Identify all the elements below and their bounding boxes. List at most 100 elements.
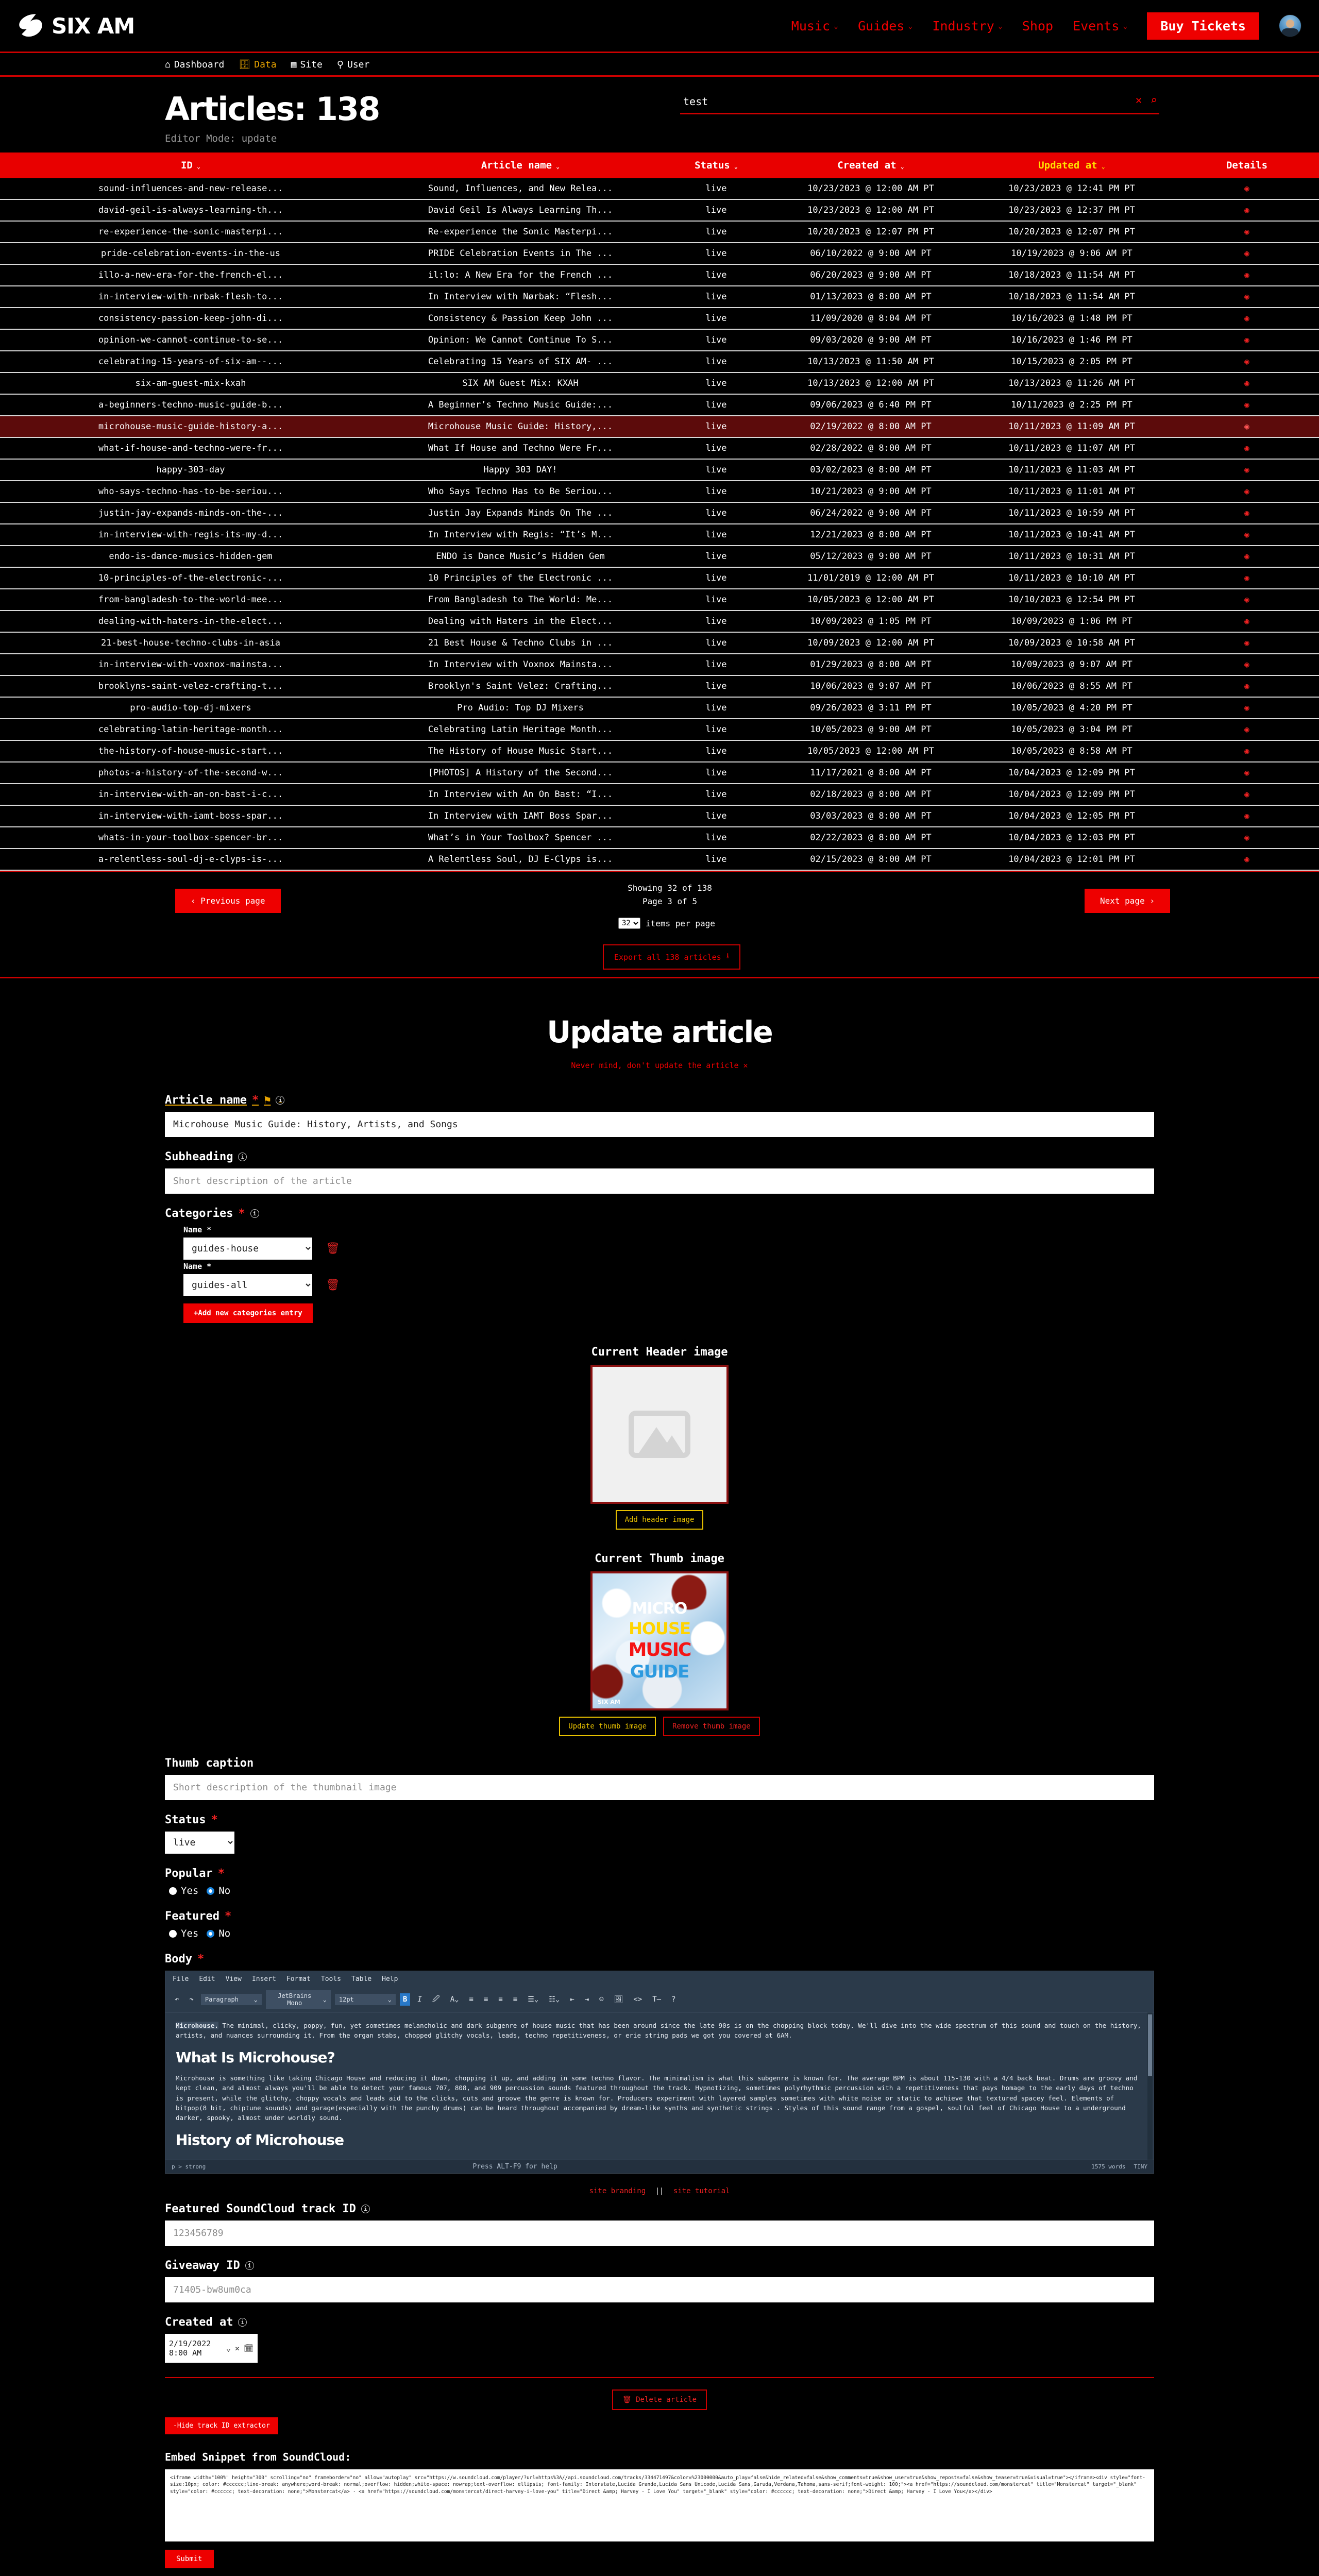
table-row[interactable]: justin-jay-expands-minds-on-the-... Justi… bbox=[0, 502, 1319, 524]
items-per-page-select[interactable]: 8163264 bbox=[618, 918, 640, 929]
undo-icon[interactable]: ↶ bbox=[172, 1993, 182, 2006]
thumb-caption-input[interactable] bbox=[165, 1775, 1154, 1800]
table-row[interactable]: six-am-guest-mix-kxah SIX AM Guest Mix: K… bbox=[0, 372, 1319, 395]
editor-menu-format[interactable]: Format bbox=[286, 1975, 311, 1983]
details-icon[interactable]: ◉ bbox=[1244, 789, 1249, 799]
table-row[interactable]: in-interview-with-nrbak-flesh-to... In In… bbox=[0, 286, 1319, 308]
details-icon[interactable]: ◉ bbox=[1244, 248, 1249, 258]
breadcrumb-item-user[interactable]: ⚲ User bbox=[337, 59, 370, 70]
editor-menu-file[interactable]: File bbox=[173, 1975, 189, 1983]
source-code-icon[interactable]: <> bbox=[630, 1993, 645, 2006]
details-icon[interactable]: ◉ bbox=[1244, 486, 1249, 496]
table-row[interactable]: a-relentless-soul-dj-e-clyps-is-... A Rel… bbox=[0, 849, 1319, 871]
editor-menu-insert[interactable]: Insert bbox=[252, 1975, 276, 1983]
info-icon[interactable]: i bbox=[250, 1209, 259, 1218]
soundcloud-embed-textarea[interactable] bbox=[165, 2469, 1154, 2541]
table-row[interactable]: who-says-techno-has-to-be-seriou... Who S… bbox=[0, 481, 1319, 503]
info-icon[interactable]: i bbox=[245, 2261, 254, 2270]
table-row[interactable]: pride-celebration-events-in-the-us PRIDE … bbox=[0, 243, 1319, 265]
remove-thumb-image-button[interactable]: Remove thumb image bbox=[663, 1717, 760, 1736]
editor-menu-view[interactable]: View bbox=[226, 1975, 242, 1983]
details-icon[interactable]: ◉ bbox=[1244, 357, 1249, 366]
table-row[interactable]: 10-principles-of-the-electronic-... 10 Pr… bbox=[0, 567, 1319, 589]
details-icon[interactable]: ◉ bbox=[1244, 551, 1249, 561]
popular-radio-no[interactable]: No bbox=[207, 1885, 230, 1896]
details-icon[interactable]: ◉ bbox=[1244, 508, 1249, 518]
details-icon[interactable]: ◉ bbox=[1244, 530, 1249, 539]
insert-image-icon[interactable]: 🖼 bbox=[611, 1993, 627, 2006]
details-icon[interactable]: ◉ bbox=[1244, 465, 1249, 474]
site-tutorial-link[interactable]: site tutorial bbox=[673, 2187, 730, 2195]
details-icon[interactable]: ◉ bbox=[1244, 616, 1249, 626]
table-row[interactable]: microhouse-music-guide-history-a... Micro… bbox=[0, 416, 1319, 438]
table-row[interactable]: in-interview-with-regis-its-my-d... In In… bbox=[0, 524, 1319, 546]
breadcrumb-item-dashboard[interactable]: ⌂ Dashboard bbox=[165, 59, 224, 70]
block-format-select[interactable]: Paragraph ⌄ bbox=[200, 1994, 262, 2005]
editor-menu-help[interactable]: Help bbox=[382, 1975, 398, 1983]
italic-icon[interactable]: I bbox=[414, 1993, 425, 2006]
nav-item-events[interactable]: Events ⌄ bbox=[1073, 19, 1127, 33]
export-articles-button[interactable]: Export all 138 articles ⭳ bbox=[603, 944, 740, 970]
details-icon[interactable]: ◉ bbox=[1244, 724, 1249, 734]
breadcrumb-item-data[interactable]: 🗄 Data bbox=[239, 59, 276, 70]
details-icon[interactable]: ◉ bbox=[1244, 746, 1249, 756]
search-input[interactable] bbox=[680, 92, 1159, 114]
table-row[interactable]: celebrating-15-years-of-six-am--... Celeb… bbox=[0, 351, 1319, 373]
info-icon[interactable]: i bbox=[361, 2204, 370, 2213]
details-icon[interactable]: ◉ bbox=[1244, 573, 1249, 583]
table-row[interactable]: pro-audio-top-dj-mixers Pro Audio: Top DJ… bbox=[0, 697, 1319, 719]
align-left-icon[interactable]: ≡ bbox=[466, 1993, 477, 2006]
nav-item-guides[interactable]: Guides ⌄ bbox=[858, 19, 912, 33]
update-thumb-image-button[interactable]: Update thumb image bbox=[559, 1717, 656, 1736]
details-icon[interactable]: ◉ bbox=[1244, 811, 1249, 821]
details-icon[interactable]: ◉ bbox=[1244, 378, 1249, 388]
align-justify-icon[interactable]: ≡ bbox=[510, 1993, 520, 2006]
table-row[interactable]: in-interview-with-iamt-boss-spar... In In… bbox=[0, 805, 1319, 827]
details-icon[interactable]: ◉ bbox=[1244, 659, 1249, 669]
details-icon[interactable]: ◉ bbox=[1244, 681, 1249, 691]
delete-article-button[interactable]: 🗑 Delete article bbox=[612, 2389, 707, 2410]
site-logo[interactable]: SIX AM bbox=[18, 12, 135, 39]
details-icon[interactable]: ◉ bbox=[1244, 421, 1249, 431]
add-header-image-button[interactable]: Add header image bbox=[615, 1510, 704, 1530]
editor-menu-edit[interactable]: Edit bbox=[199, 1975, 215, 1983]
details-icon[interactable]: ◉ bbox=[1244, 205, 1249, 215]
cancel-update-link[interactable]: Never mind, don't update the article ✕ bbox=[0, 1061, 1319, 1070]
soundcloud-submit-button[interactable]: Submit bbox=[165, 2549, 214, 2568]
clear-search-icon[interactable]: × bbox=[1136, 94, 1142, 107]
table-row[interactable]: whats-in-your-toolbox-spencer-br... What’… bbox=[0, 827, 1319, 849]
table-row[interactable]: what-if-house-and-techno-were-fr... What … bbox=[0, 437, 1319, 460]
font-size-select[interactable]: 12pt ⌄ bbox=[334, 1994, 396, 2005]
link-icon[interactable]: 🖉 bbox=[429, 1991, 443, 2008]
outdent-icon[interactable]: ⇤ bbox=[567, 1993, 577, 2006]
calendar-icon[interactable]: 🗓 bbox=[244, 2344, 253, 2353]
add-category-button[interactable]: +Add new categories entry bbox=[183, 1303, 313, 1323]
table-row[interactable]: dealing-with-haters-in-the-elect... Deali… bbox=[0, 611, 1319, 633]
clear-formatting-icon[interactable]: T̶ bbox=[649, 1993, 664, 2006]
avatar[interactable] bbox=[1279, 14, 1301, 37]
info-icon[interactable]: i bbox=[276, 1096, 285, 1105]
next-page-button[interactable]: Next page › bbox=[1085, 889, 1170, 913]
table-row[interactable]: in-interview-with-voxnox-mainsta... In In… bbox=[0, 654, 1319, 676]
popular-radio-yes[interactable]: Yes bbox=[169, 1885, 198, 1896]
table-row[interactable]: re-experience-the-sonic-masterpi... Re-ex… bbox=[0, 221, 1319, 243]
redo-icon[interactable]: ↷ bbox=[186, 1993, 196, 2006]
table-row[interactable]: in-interview-with-an-on-bast-i-c... In In… bbox=[0, 784, 1319, 806]
emoji-icon[interactable]: ☺ bbox=[596, 1993, 606, 2006]
table-row[interactable]: sound-influences-and-new-release... Sound… bbox=[0, 178, 1319, 200]
table-row[interactable]: a-beginners-techno-music-guide-b... A Beg… bbox=[0, 394, 1319, 416]
bold-icon[interactable]: B bbox=[399, 1993, 411, 2006]
category-select-0[interactable]: guides-houseguides-allguides-technonews-… bbox=[183, 1238, 312, 1260]
breadcrumb-item-site[interactable]: ▤ Site bbox=[291, 59, 323, 70]
details-icon[interactable]: ◉ bbox=[1244, 335, 1249, 345]
indent-icon[interactable]: ⇥ bbox=[582, 1993, 592, 2006]
column-header-id[interactable]: ID ⌄ bbox=[0, 152, 381, 178]
category-select-1[interactable]: guides-houseguides-allguides-technonews-… bbox=[183, 1274, 312, 1296]
table-row[interactable]: illo-a-new-era-for-the-french-el... il:lo… bbox=[0, 264, 1319, 286]
editor-content[interactable]: Microhouse. The minimal, clicky, poppy, … bbox=[165, 2012, 1154, 2160]
site-branding-link[interactable]: site branding bbox=[589, 2187, 646, 2195]
buy-tickets-button[interactable]: Buy Tickets bbox=[1147, 12, 1259, 40]
table-row[interactable]: brooklyns-saint-velez-crafting-t... Brook… bbox=[0, 675, 1319, 698]
subheading-input[interactable] bbox=[165, 1168, 1154, 1194]
editor-menu-tools[interactable]: Tools bbox=[321, 1975, 341, 1983]
